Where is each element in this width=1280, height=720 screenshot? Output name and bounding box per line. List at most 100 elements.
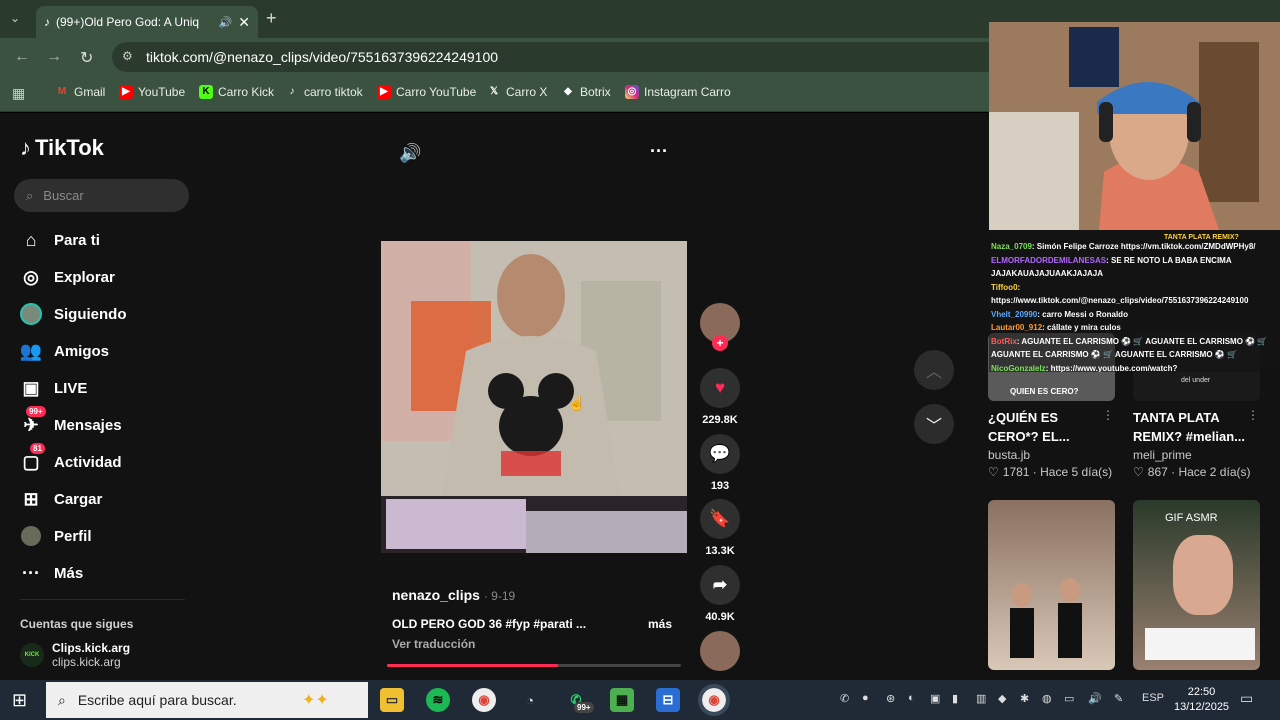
steam-tray-icon[interactable]: ◍ [1042,692,1052,705]
divider [20,599,185,600]
shield-tray-icon[interactable]: ▮ [952,692,958,705]
more-icon: ··· [22,562,40,583]
recommended-thumb-4[interactable]: GIF ASMR [1133,500,1260,670]
url-bar[interactable]: ⚙ tiktok.com/@nenazo_clips/video/7551637… [112,42,1012,72]
bookmark-botrix[interactable]: ◆ Botrix [561,85,611,99]
video-author[interactable]: nenazo_clips · 9-19 [392,587,515,603]
more-caption-link[interactable]: más [648,617,672,631]
pen-tray-icon[interactable]: ✎ [1114,692,1123,705]
recommended-title-1[interactable]: ¿QUIÉN ES CERO*? EL... [988,408,1108,446]
bookmark-icon: 🔖 [700,499,740,539]
chevron-down-icon: ﹀ [925,418,942,435]
more-vertical-icon[interactable]: ⋮ [1247,408,1259,422]
bookmark-label: carro tiktok [304,85,363,99]
back-icon[interactable]: ← [14,48,30,66]
like-button[interactable]: ♥ 229.8K [700,368,740,426]
bookmark-youtube[interactable]: ▶ YouTube [119,85,185,99]
chat-text: : cállate y mira culos [1042,323,1121,332]
whatsapp-badge: 99+ [574,702,594,713]
author-avatar[interactable]: + [700,303,740,351]
network-tray-icon[interactable]: ▭ [1064,692,1074,705]
nav-mas[interactable]: ··· Más [20,562,83,584]
bookmark-carro-tiktok[interactable]: ♪ carro tiktok [285,85,363,99]
volume-tray-icon[interactable]: 🔊 [1088,692,1102,705]
account-name: Clips.kick.arg [52,641,131,655]
sparkle-icon: ✦✦ [302,692,329,709]
previous-video-button[interactable]: ︿ [914,350,954,390]
following-account[interactable]: KICK Clips.kick.arg clips.kick.arg [20,641,130,669]
volume-icon[interactable]: 🔊 [399,143,421,164]
spotify-icon[interactable]: ≋ [426,688,450,712]
chrome-active-icon[interactable]: ◉ [698,684,730,716]
language-indicator[interactable]: ESP [1142,692,1164,704]
spotify-tray-icon[interactable]: ● [862,692,869,704]
security-tray-icon[interactable]: ◆ [998,692,1006,705]
nav-mensajes[interactable]: ✈ 99+ Mensajes [20,406,122,436]
nav-cargar[interactable]: ⊞ Cargar [20,488,102,510]
nav-para-ti[interactable]: ⌂ Para ti [20,229,100,251]
nav-label: Más [54,564,84,582]
recommended-user-2[interactable]: meli_prime [1133,448,1192,462]
nav-explorar[interactable]: ◎ Explorar [20,266,115,288]
new-tab-icon[interactable]: + [266,8,277,29]
bluetooth-tray-icon[interactable]: ✱ [1020,692,1029,705]
tiktok-note-icon: ♪ [20,135,31,160]
video-player[interactable] [381,241,687,553]
webcam-image [989,22,1280,230]
save-button[interactable]: 🔖 13.3K [700,499,740,557]
recommended-user-1[interactable]: busta.jb [988,448,1030,462]
follow-plus-icon[interactable]: + [712,335,728,351]
nav-amigos[interactable]: 👥 Amigos [20,340,109,362]
video-caption: OLD PERO GOD 36 #fyp #parati ... [392,617,587,631]
notifications-icon[interactable]: ▭ [1240,690,1253,707]
chat-user: ELMORFADORDEMILANESAS [991,255,1107,265]
app-tray-icon[interactable]: ⊛ [886,692,895,705]
tiktok-logo[interactable]: ♪ TikTok [20,135,104,161]
recommended-title-2[interactable]: TANTA PLATA REMIX? #melian... [1133,408,1253,446]
reload-icon[interactable]: ↻ [80,48,93,68]
browser-tab[interactable]: ♪ (99+)Old Pero God: A Uniq 🔊 ✕ [36,6,258,38]
nav-live[interactable]: ▣ LIVE [20,377,87,399]
close-tab-icon[interactable]: ✕ [238,14,250,31]
video-progress-track[interactable] [387,664,681,667]
forward-icon[interactable]: → [46,48,62,66]
store-icon[interactable]: ⊟ [656,688,680,712]
windows-start-icon[interactable]: ⊞ [12,690,27,711]
nav-label: Siguiendo [54,305,127,323]
translate-link[interactable]: Ver traducción [392,637,475,651]
nav-perfil[interactable]: Perfil [20,525,92,547]
webcam-overlay [989,22,1280,230]
whatsapp-tray-icon[interactable]: ✆ [840,692,849,705]
app2-tray-icon[interactable]: ▥ [976,692,986,705]
site-settings-icon[interactable]: ⚙ [122,49,133,63]
epic-tray-icon[interactable]: ▣ [930,692,940,705]
obs-icon[interactable]: ◔ [518,688,542,712]
clock[interactable]: 22:50 13/12/2025 [1174,685,1229,715]
chrome-icon[interactable]: ◉ [472,688,496,712]
bookmark-instagram-carro[interactable]: ◎ Instagram Carro [625,85,731,99]
bookmark-carro-youtube[interactable]: ▶ Carro YouTube [377,85,476,99]
search-input[interactable]: ⌕ Buscar [14,179,189,212]
comment-button[interactable]: 💬 193 [700,434,740,492]
recommended-thumb-3[interactable] [988,500,1115,670]
share-button[interactable]: ➦ 40.9K [700,565,740,623]
kick-avatar-icon: KICK [20,643,44,667]
whatsapp-icon[interactable]: ✆ 99+ [564,688,594,713]
nav-siguiendo[interactable]: Siguiendo [20,303,127,325]
nav-actividad[interactable]: ▢ 81 Actividad [20,443,122,473]
discord-tray-icon[interactable]: ◐ [908,692,915,704]
next-video-button[interactable]: ﹀ [914,404,954,444]
tab-list-icon[interactable]: ⌄ [10,11,20,25]
bookmark-gmail[interactable]: M Gmail [55,85,106,99]
file-explorer-icon[interactable]: ▭ [380,688,404,712]
more-options-icon[interactable]: ··· [650,141,668,162]
more-vertical-icon[interactable]: ⋮ [1102,408,1114,422]
apps-grid-icon[interactable]: ▦ [12,85,25,102]
bookmark-carro-x[interactable]: 𝕏 Carro X [487,85,547,99]
taskbar-search[interactable]: ⌕ Escribe aquí para buscar. ✦✦ [46,682,368,718]
minecraft-icon[interactable]: ▦ [610,688,634,712]
music-disc[interactable] [700,631,740,677]
speaker-icon[interactable]: 🔊 [219,16,233,29]
bookmark-carro-kick[interactable]: K Carro Kick [199,85,274,99]
avatar-icon [20,303,42,325]
